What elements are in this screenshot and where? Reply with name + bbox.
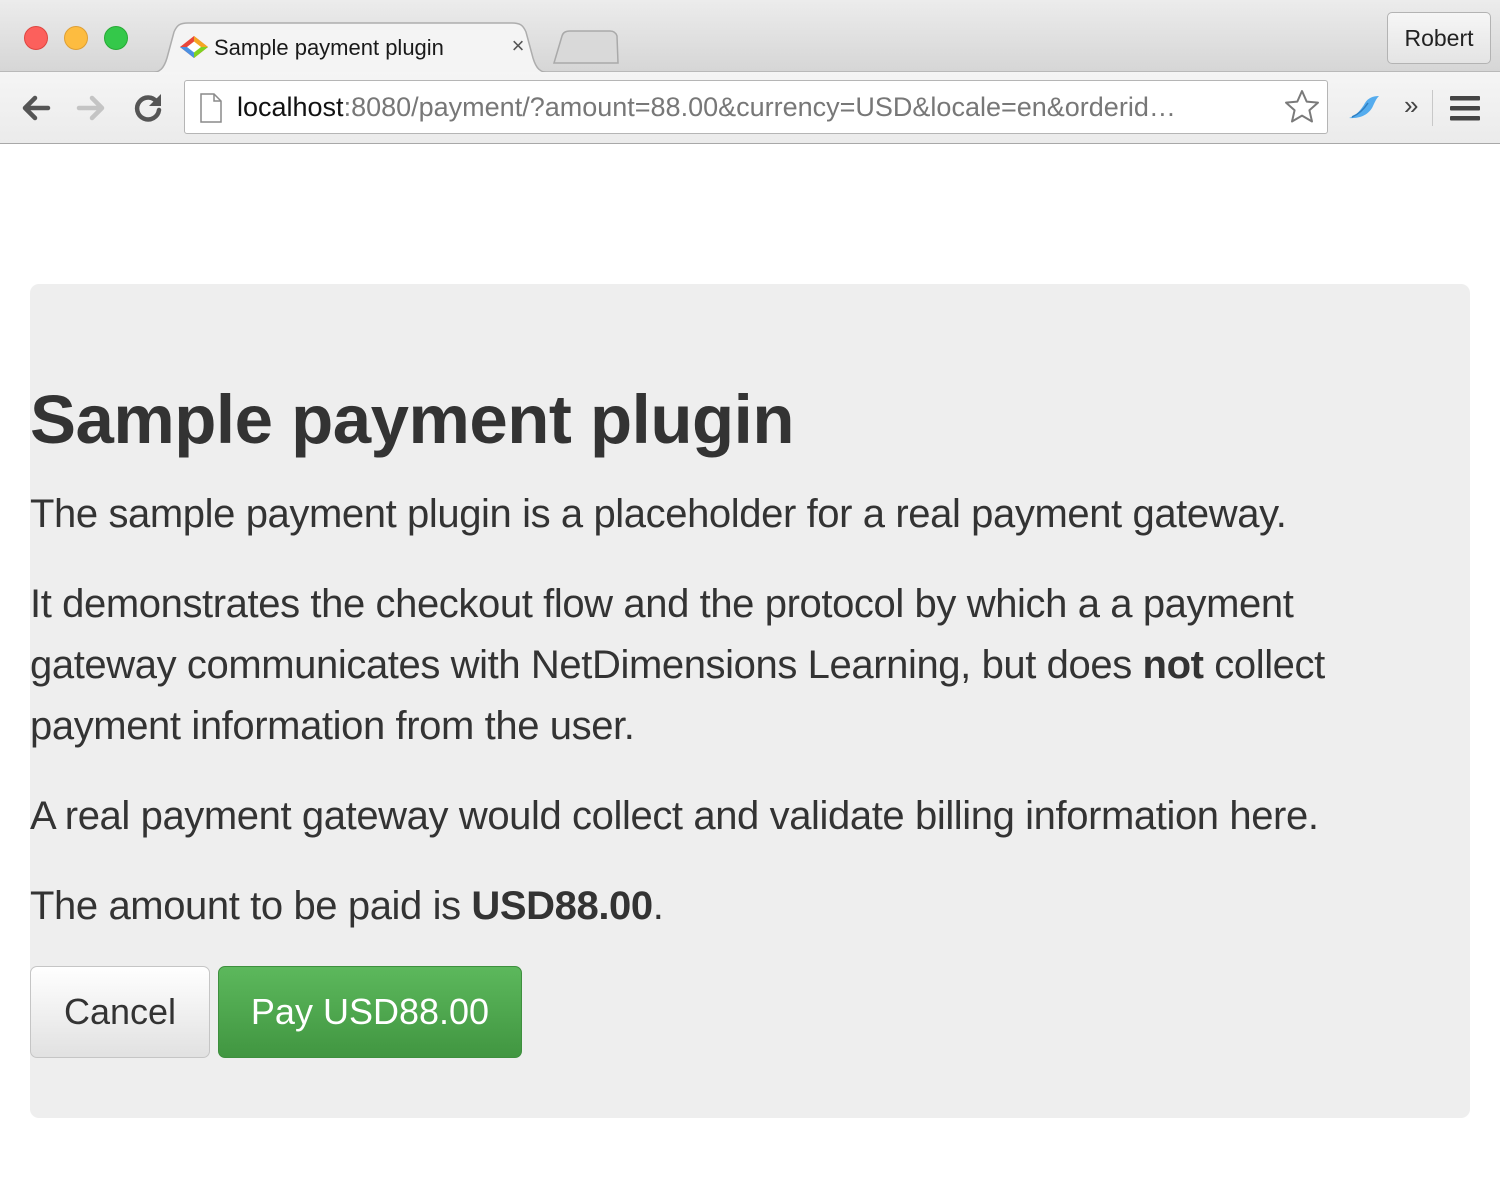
demo-text-emphasis: not	[1142, 643, 1204, 687]
url-text: localhost:8080/payment/?amount=88.00&cur…	[237, 92, 1267, 123]
minimize-window-button[interactable]	[64, 26, 88, 50]
favicon-icon	[180, 36, 208, 58]
tab-active[interactable]: Sample payment plugin ×	[150, 22, 550, 73]
bird-extension-icon[interactable]	[1346, 90, 1382, 126]
page-icon	[200, 93, 222, 123]
tab-close-icon[interactable]: ×	[506, 34, 530, 58]
pay-button[interactable]: Pay USD88.00	[218, 966, 522, 1058]
intro-paragraph: The sample payment plugin is a placehold…	[30, 492, 1287, 536]
zoom-window-button[interactable]	[104, 26, 128, 50]
amount-text-before: The amount to be paid is	[30, 884, 472, 928]
cancel-button[interactable]: Cancel	[30, 966, 210, 1058]
new-tab-button[interactable]	[552, 30, 620, 64]
tab-title: Sample payment plugin	[214, 35, 444, 60]
reload-icon[interactable]	[130, 90, 166, 126]
real-gateway-paragraph: A real payment gateway would collect and…	[30, 794, 1319, 838]
demo-paragraph: It demonstrates the checkout flow and th…	[30, 574, 1430, 757]
arrow-right-icon[interactable]	[73, 90, 109, 126]
profile-button[interactable]: Robert	[1387, 12, 1491, 64]
demo-text-before: It demonstrates the checkout flow and th…	[30, 582, 1294, 687]
close-window-button[interactable]	[24, 26, 48, 50]
hamburger-menu-icon[interactable]	[1447, 90, 1483, 126]
tab-bar: Sample payment plugin × Robert	[0, 0, 1500, 73]
page-title: Sample payment plugin	[30, 381, 794, 458]
payment-panel: Sample payment plugin The sample payment…	[30, 284, 1470, 1118]
browser-toolbar: localhost:8080/payment/?amount=88.00&cur…	[0, 72, 1500, 144]
address-bar[interactable]: localhost:8080/payment/?amount=88.00&cur…	[184, 80, 1328, 134]
url-path: :8080/payment/?amount=88.00&currency=USD…	[343, 92, 1176, 122]
arrow-left-icon[interactable]	[18, 90, 54, 126]
amount-text-after: .	[652, 884, 664, 928]
extensions-overflow-button[interactable]: »	[1404, 90, 1418, 120]
amount-value: USD88.00	[471, 884, 653, 928]
amount-paragraph: The amount to be paid is USD88.00.	[30, 876, 664, 937]
toolbar-divider	[1432, 90, 1433, 126]
url-host: localhost	[237, 92, 344, 122]
star-icon[interactable]	[1283, 88, 1321, 126]
browser-window: Sample payment plugin × Robert localhost…	[0, 0, 1500, 1200]
